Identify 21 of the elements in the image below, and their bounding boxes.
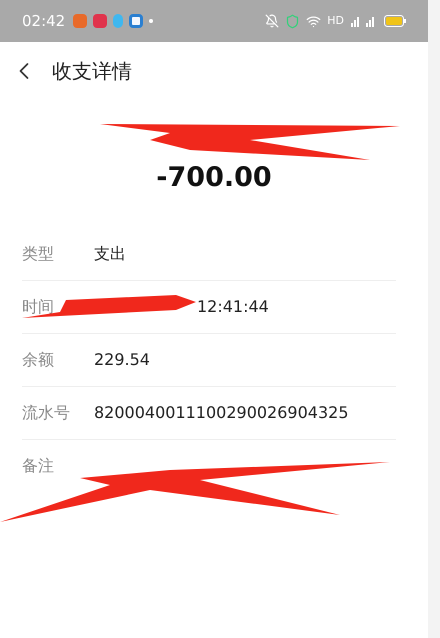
field-value: 229.54 [94, 349, 150, 371]
field-value: 12:41:44 [197, 296, 269, 318]
field-value: 支出 [94, 243, 126, 265]
battery-icon [384, 15, 406, 27]
field-label: 余额 [22, 349, 55, 371]
field-value: 8200040011100290026904325 [94, 402, 348, 424]
field-label: 流水号 [22, 402, 71, 424]
field-label: 类型 [22, 243, 55, 265]
wifi-icon [306, 14, 322, 28]
app-icon [129, 14, 144, 28]
app-icon [113, 14, 124, 28]
shield-icon [285, 14, 300, 28]
clock: 02:42 [22, 10, 66, 32]
field-label: 时间 [22, 296, 55, 318]
network-label: HD [327, 12, 344, 29]
field-label: 备注 [22, 455, 55, 477]
app-icon [73, 14, 88, 28]
mute-icon [265, 14, 280, 28]
amount: -700.00 [156, 160, 272, 194]
page-title: 收支详情 [52, 58, 132, 85]
app-icon [93, 14, 108, 28]
